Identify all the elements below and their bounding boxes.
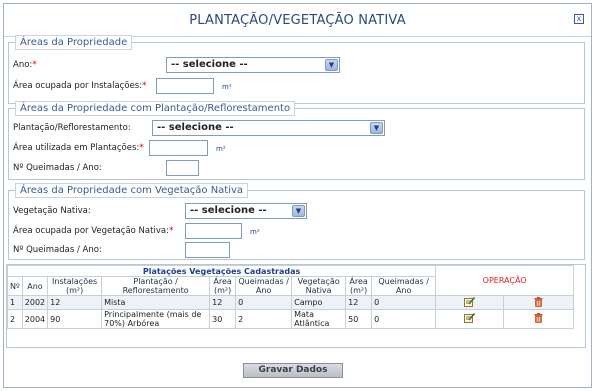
area-vegetacao-row: Área ocupada por Vegetação Nativa: *	[13, 223, 173, 239]
dialog-title: PLANTAÇÃO/VEGETAÇÃO NATIVA	[189, 13, 406, 28]
vegetacao-row: Vegetação Nativa:	[13, 203, 91, 219]
trash-icon[interactable]	[534, 313, 543, 323]
table-cell: 0	[235, 295, 293, 310]
table-caption: Platações Vegetações Cadastradas	[6, 265, 437, 277]
table-cell: Principalmente (mais de 70%) Arbórea	[101, 309, 211, 329]
table-row: 1 2002 12 Mista 12 0 Campo 12 0	[7, 295, 575, 310]
table-cell: 1	[7, 295, 23, 310]
column-header: Plantação / Reflorestamento	[101, 276, 211, 296]
column-header: Instalações (m²)	[47, 276, 103, 296]
area-plantacoes-label: Área utilizada em Plantações:	[13, 143, 140, 153]
chevron-down-icon[interactable]: ▼	[325, 59, 338, 71]
ano-row: Ano: *	[13, 57, 37, 73]
table-cell: 30	[209, 309, 237, 329]
required-mark: *	[142, 81, 147, 91]
queimadas-label: Nº Queimadas / Ano:	[13, 245, 102, 255]
area-instalacoes-label: Área ocupada por Instalações:	[13, 81, 143, 91]
chevron-down-icon[interactable]: ▼	[370, 122, 383, 134]
area-instalacoes-row: Área ocupada por Instalações: *	[13, 78, 147, 94]
chevron-down-icon[interactable]: ▼	[292, 205, 305, 217]
table-cell: 2004	[21, 309, 49, 329]
cadastradas-table: Platações Vegetações Cadastradas OPERAÇÃ…	[6, 265, 575, 329]
area-vegetacao-label: Área ocupada por Vegetação Nativa:	[13, 226, 169, 236]
plantacao-select[interactable]: -- selecione -- ▼	[152, 120, 385, 136]
vegetacao-section: Áreas da Propriedade com Vegetação Nativ…	[8, 183, 585, 260]
column-header: Vegetação Nativa	[291, 276, 347, 296]
area-vegetacao-input[interactable]	[185, 223, 242, 239]
area-plantacoes-row: Área utilizada em Plantações: *	[13, 140, 144, 156]
delete-cell	[503, 295, 575, 310]
column-header: Queimadas / Ano	[371, 276, 437, 296]
table-cell: 2	[235, 309, 293, 329]
unit-label: m²	[250, 228, 260, 236]
section-legend: Áreas da Propriedade com Vegetação Nativ…	[15, 183, 249, 198]
column-header: Queimadas / Ano	[235, 276, 293, 296]
required-mark: *	[32, 60, 37, 70]
edit-cell	[435, 295, 505, 310]
edit-icon[interactable]	[464, 296, 476, 307]
table-cell: 0	[371, 309, 437, 329]
column-header: Área (m²)	[345, 276, 373, 296]
column-header: Nº	[7, 276, 23, 296]
section-legend: Áreas da Propriedade com Plantação/Reflo…	[15, 101, 296, 116]
section-legend: Áreas da Propriedade	[15, 35, 133, 50]
table-cell: Campo	[291, 295, 347, 310]
table-row: 2 2004 90 Principalmente (mais de 70%) A…	[7, 309, 575, 329]
plantacao-select-value: -- selecione --	[157, 122, 234, 133]
plantacao-row: Plantação/Reflorestamento:	[13, 120, 131, 136]
areas-propriedade-section: Áreas da Propriedade Ano: * -- selecione …	[8, 35, 585, 104]
cadastradas-table-wrap: Platações Vegetações Cadastradas OPERAÇÃ…	[6, 264, 586, 348]
close-icon[interactable]: x	[574, 14, 584, 24]
table-cell: 12	[47, 295, 103, 310]
area-plantacoes-input[interactable]	[149, 140, 208, 156]
area-instalacoes-input[interactable]	[156, 78, 214, 94]
vegetacao-select[interactable]: -- selecione -- ▼	[185, 203, 307, 219]
table-cell: 2	[7, 309, 23, 329]
table-cell: 2002	[21, 295, 49, 310]
table-cell: Mista	[101, 295, 211, 310]
save-button[interactable]: Gravar Dados	[243, 363, 343, 378]
table-cell: 50	[345, 309, 373, 329]
plantacao-section: Áreas da Propriedade com Plantação/Reflo…	[8, 101, 585, 180]
ano-select[interactable]: -- selecione -- ▼	[166, 57, 340, 73]
operation-header: OPERAÇÃO	[435, 265, 575, 296]
table-cell: 12	[209, 295, 237, 310]
table-cell: Mata Atlântica	[291, 309, 347, 329]
vegetacao-select-value: -- selecione --	[190, 205, 267, 216]
table-cell: 12	[345, 295, 373, 310]
table-cell: 0	[371, 295, 437, 310]
plantacao-label: Plantação/Reflorestamento:	[13, 123, 131, 133]
queimadas-vegetacao-row: Nº Queimadas / Ano:	[13, 242, 102, 258]
delete-cell	[503, 309, 575, 329]
ano-label: Ano:	[13, 60, 33, 70]
unit-label: m²	[222, 83, 232, 91]
ano-select-value: -- selecione --	[171, 59, 248, 70]
trash-icon[interactable]	[534, 296, 543, 307]
edit-icon[interactable]	[464, 313, 476, 323]
required-mark: *	[139, 143, 144, 153]
queimadas-vegetacao-input[interactable]	[185, 242, 230, 258]
column-header: Área (m²)	[209, 276, 237, 296]
table-cell: 90	[47, 309, 103, 329]
queimadas-label: Nº Queimadas / Ano:	[13, 163, 102, 173]
queimadas-plantacao-row: Nº Queimadas / Ano:	[13, 160, 102, 176]
required-mark: *	[168, 226, 174, 236]
vegetacao-label: Vegetação Nativa:	[13, 206, 91, 216]
edit-cell	[435, 309, 505, 329]
unit-label: m²	[216, 145, 226, 153]
queimadas-plantacao-input[interactable]	[166, 160, 199, 176]
column-header: Ano	[21, 276, 49, 296]
